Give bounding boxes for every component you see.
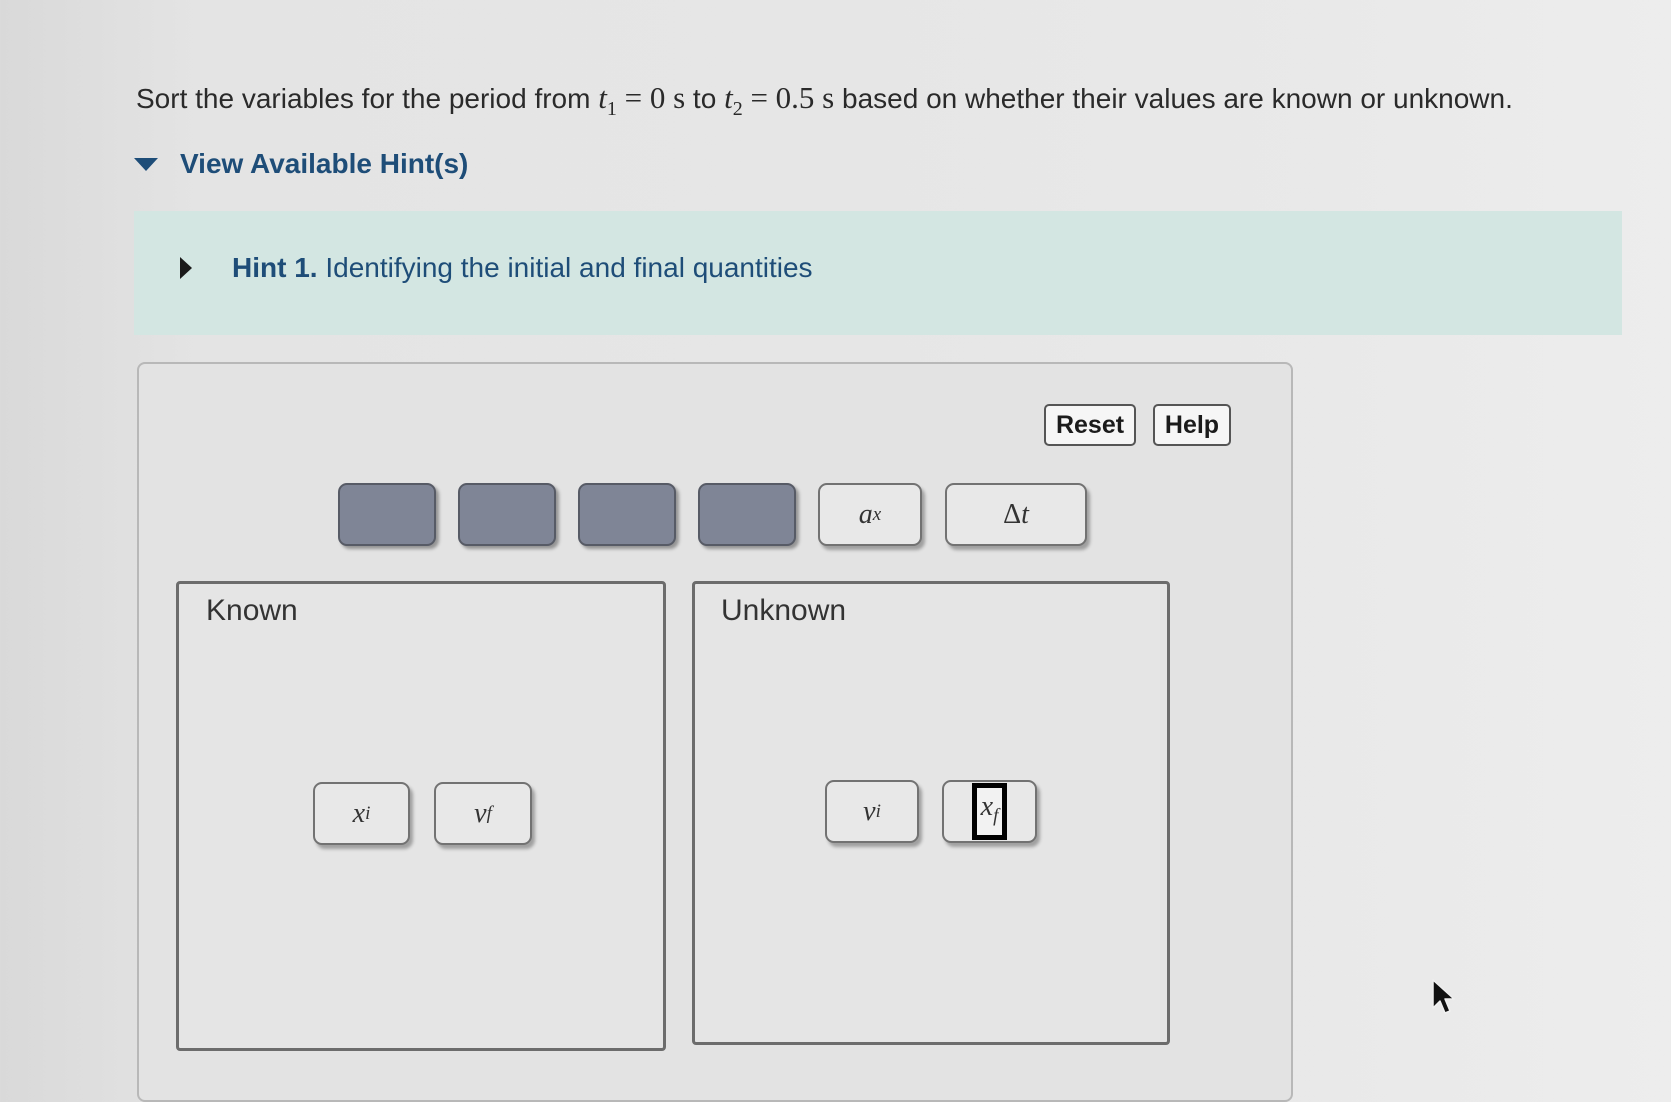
chip-prefix: Δ bbox=[1003, 498, 1022, 530]
chip-delta-t[interactable]: Δt bbox=[945, 483, 1087, 546]
hint-1-label: Hint 1. Identifying the initial and fina… bbox=[232, 252, 813, 284]
reset-button[interactable]: Reset bbox=[1044, 404, 1136, 446]
known-zone-label: Known bbox=[206, 594, 298, 627]
unknown-drop-zone[interactable] bbox=[692, 581, 1170, 1045]
unknown-zone-label: Unknown bbox=[721, 594, 847, 627]
known-drop-zone[interactable] bbox=[176, 581, 666, 1051]
chip-symbol: v bbox=[863, 795, 876, 827]
chip-symbol: v bbox=[474, 797, 487, 829]
chip-x-i[interactable]: xi bbox=[313, 782, 410, 845]
chip-subscript: i bbox=[365, 802, 371, 824]
t2-symbol: t bbox=[724, 80, 733, 115]
hint-1-number: Hint 1. bbox=[232, 252, 318, 283]
empty-slot bbox=[578, 483, 676, 546]
focus-outline: xf bbox=[971, 782, 1008, 841]
chip-symbol: x bbox=[980, 790, 994, 822]
chip-symbol: a bbox=[858, 498, 873, 530]
t1-value: = 0 s bbox=[616, 80, 686, 115]
chip-v-i[interactable]: vi bbox=[825, 780, 919, 843]
chip-subscript: f bbox=[993, 805, 999, 827]
chip-x-f[interactable]: xf bbox=[942, 780, 1037, 843]
t1-expression: t1 = 0 s bbox=[598, 80, 686, 120]
chip-a-x[interactable]: ax bbox=[818, 483, 922, 546]
mouse-pointer-icon bbox=[1432, 979, 1455, 1014]
chip-subscript: f bbox=[486, 802, 492, 824]
view-hints-toggle[interactable]: View Available Hint(s) bbox=[134, 148, 468, 180]
t2-value: = 0.5 s bbox=[742, 80, 835, 115]
t2-expression: t2 = 0.5 s bbox=[724, 80, 835, 120]
t2-subscript: 2 bbox=[732, 98, 743, 121]
chip-subscript: i bbox=[875, 800, 881, 822]
question-text: Sort the variables for the period from t… bbox=[136, 80, 1656, 121]
empty-slot bbox=[458, 483, 556, 546]
chip-subscript: x bbox=[872, 503, 882, 525]
hint-1-title: Identifying the initial and final quanti… bbox=[317, 252, 813, 283]
view-hints-label: View Available Hint(s) bbox=[180, 148, 469, 179]
empty-slot bbox=[338, 483, 436, 546]
question-middle: to bbox=[685, 83, 725, 114]
caret-right-icon bbox=[180, 257, 192, 279]
help-button[interactable]: Help bbox=[1153, 404, 1231, 446]
chip-symbol: t bbox=[1021, 498, 1029, 530]
t1-symbol: t bbox=[598, 80, 607, 115]
question-suffix: based on whether their values are known … bbox=[834, 83, 1513, 114]
hint-1-toggle[interactable]: Hint 1. Identifying the initial and fina… bbox=[180, 252, 813, 284]
question-prefix: Sort the variables for the period from bbox=[136, 83, 599, 114]
chip-v-f[interactable]: vf bbox=[434, 782, 532, 845]
t1-subscript: 1 bbox=[606, 98, 617, 121]
chip-symbol: x bbox=[352, 797, 366, 829]
caret-down-icon bbox=[134, 157, 158, 171]
empty-slot bbox=[698, 483, 796, 546]
